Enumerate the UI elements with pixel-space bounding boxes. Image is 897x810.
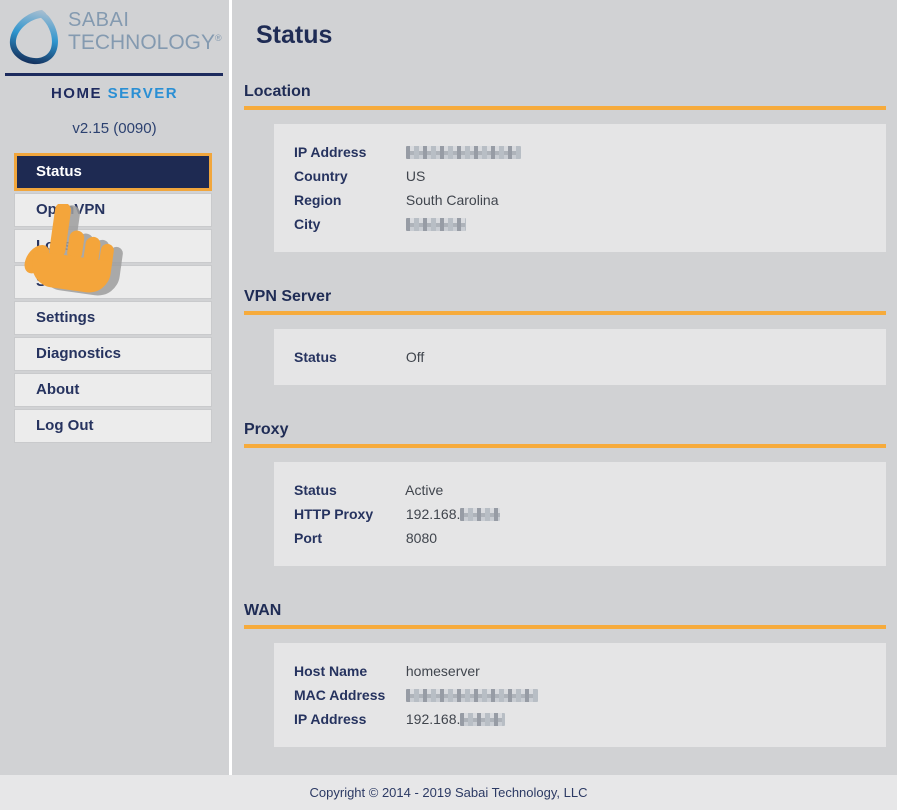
- menu-item-services[interactable]: Services: [14, 265, 212, 299]
- brand-name-bottom: TECHNOLOGY®: [68, 31, 222, 54]
- proxy-section: Proxy Status Active HTTP Proxy 192.168. …: [244, 385, 886, 566]
- wan-section: WAN Host Name homeserver MAC Address IP …: [244, 566, 886, 747]
- info-row: Status Active: [294, 482, 444, 498]
- info-row: Port 8080: [294, 530, 438, 546]
- info-row: MAC Address: [274, 683, 886, 707]
- registered-mark: ®: [215, 33, 222, 43]
- info-row: HTTP Proxy 192.168.: [274, 502, 886, 526]
- section-underline: [244, 311, 886, 315]
- menu-item-logs[interactable]: Logs: [14, 229, 212, 263]
- menu-item-diagnostics[interactable]: Diagnostics: [14, 337, 212, 371]
- proxy-panel: Status Active HTTP Proxy 192.168. Port 8…: [274, 462, 886, 566]
- vpn-server-panel: Status Off: [274, 329, 886, 385]
- section-underline: [244, 444, 886, 448]
- redacted-wan-ip-value: [460, 713, 506, 726]
- page-title: Status: [256, 21, 333, 49]
- menu-item-settings[interactable]: Settings: [14, 301, 212, 335]
- footer: Copyright © 2014 - 2019 Sabai Technology…: [0, 775, 897, 810]
- proxy-heading: Proxy: [244, 421, 289, 438]
- brand-name-top: SABAI: [68, 9, 130, 31]
- location-panel: IP Address Country US Region South Carol…: [274, 124, 886, 252]
- menu-item-logout[interactable]: Log Out: [14, 409, 212, 443]
- redacted-ip-value: [405, 146, 521, 159]
- info-row: Host Name homeserver: [294, 663, 480, 679]
- section-underline: [244, 625, 886, 629]
- home-server-app: SABAI TECHNOLOGY® HOME SERVER v2.15 (009…: [0, 0, 897, 810]
- info-row: City: [274, 212, 886, 236]
- wan-panel: Host Name homeserver MAC Address IP Addr…: [274, 643, 886, 747]
- vpn-server-section: VPN Server Status Off: [244, 252, 886, 385]
- menu-item-status[interactable]: Status: [14, 153, 212, 191]
- product-word-server: SERVER: [107, 85, 179, 102]
- wan-heading: WAN: [244, 602, 282, 619]
- section-underline: [244, 106, 886, 110]
- redacted-mac-value: [405, 689, 538, 702]
- sidebar-menu: Status OpenVPN Logs Services Settings Di…: [14, 153, 212, 443]
- info-row: Status Off: [294, 349, 425, 365]
- logo-wordmark: SABAI TECHNOLOGY®: [68, 10, 222, 53]
- redacted-proxy-ip-value: [460, 508, 501, 521]
- info-row: IP Address: [274, 140, 886, 164]
- sidebar: SABAI TECHNOLOGY® HOME SERVER v2.15 (009…: [0, 0, 232, 775]
- vpn-server-heading: VPN Server: [244, 288, 332, 305]
- location-heading: Location: [244, 83, 311, 100]
- redacted-city-value: [405, 218, 466, 231]
- product-name: HOME SERVER: [0, 85, 229, 102]
- logo-divider: [5, 73, 223, 76]
- info-row: Region South Carolina: [294, 192, 499, 208]
- info-row: IP Address 192.168.: [274, 707, 886, 731]
- sabai-logo: SABAI TECHNOLOGY®: [8, 6, 229, 70]
- firmware-version: v2.15 (0090): [72, 120, 157, 137]
- menu-item-about[interactable]: About: [14, 373, 212, 407]
- menu-item-openvpn[interactable]: OpenVPN: [14, 193, 212, 227]
- product-word-home: HOME: [50, 85, 102, 102]
- sabai-drop-icon: [9, 8, 62, 65]
- location-section: Location IP Address Country US Region So…: [244, 50, 886, 252]
- main-content: Status Location IP Address Country US Re…: [232, 0, 897, 775]
- copyright-text: Copyright © 2014 - 2019 Sabai Technology…: [309, 785, 588, 800]
- info-row: Country US: [294, 168, 426, 184]
